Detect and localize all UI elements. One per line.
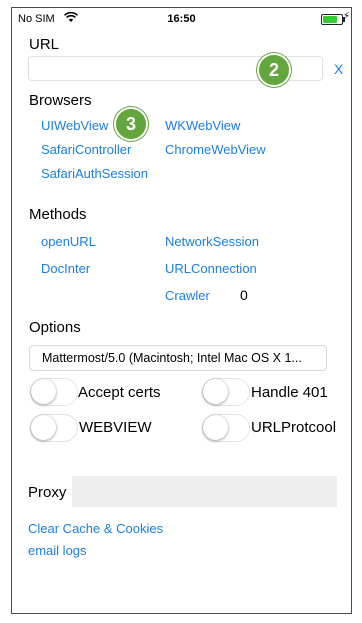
email-logs-link[interactable]: email logs bbox=[28, 543, 87, 558]
user-agent-field[interactable]: Mattermost/5.0 (Macintosh; Intel Mac OS … bbox=[29, 345, 327, 371]
clear-url-button[interactable]: X bbox=[334, 61, 343, 77]
browsers-label: Browsers bbox=[29, 92, 92, 109]
accept-certs-toggle[interactable] bbox=[30, 378, 78, 406]
charging-icon: ⚡ bbox=[342, 11, 350, 22]
options-label: Options bbox=[29, 319, 81, 336]
app-screen: No SIM 16:50 ⚡ URL X 2 Browsers UIWebVie… bbox=[11, 7, 352, 614]
browser-safaricontroller[interactable]: SafariController bbox=[41, 142, 131, 157]
battery-icon bbox=[321, 14, 345, 25]
webview-label: WEBVIEW bbox=[79, 419, 152, 436]
crawler-count: 0 bbox=[240, 287, 248, 303]
method-networksession[interactable]: NetworkSession bbox=[165, 234, 259, 249]
webview-toggle[interactable] bbox=[30, 414, 78, 442]
browser-chromewebview[interactable]: ChromeWebView bbox=[165, 142, 266, 157]
method-crawler[interactable]: Crawler bbox=[165, 288, 210, 303]
browser-safariauthsession[interactable]: SafariAuthSession bbox=[41, 166, 148, 181]
url-label: URL bbox=[29, 36, 60, 53]
urlprotcool-label: URLProtcool bbox=[251, 419, 337, 436]
proxy-label: Proxy bbox=[28, 484, 67, 501]
handle-401-toggle[interactable] bbox=[202, 378, 250, 406]
step-badge-2: 2 bbox=[257, 53, 291, 87]
method-urlconnection[interactable]: URLConnection bbox=[165, 261, 257, 276]
method-openurl[interactable]: openURL bbox=[41, 234, 96, 249]
handle-401-label: Handle 401 bbox=[251, 384, 328, 401]
status-time: 16:50 bbox=[167, 13, 196, 25]
status-bar: No SIM 16:50 ⚡ bbox=[12, 8, 351, 30]
proxy-input[interactable] bbox=[72, 476, 337, 507]
browser-wkwebview[interactable]: WKWebView bbox=[165, 118, 240, 133]
clear-cache-link[interactable]: Clear Cache & Cookies bbox=[28, 521, 163, 536]
methods-label: Methods bbox=[29, 206, 87, 223]
step-badge-3: 3 bbox=[114, 107, 148, 141]
accept-certs-label: Accept certs bbox=[78, 384, 161, 401]
browser-uiwebview[interactable]: UIWebView bbox=[41, 118, 108, 133]
urlprotcool-toggle[interactable] bbox=[202, 414, 250, 442]
method-docinter[interactable]: DocInter bbox=[41, 261, 90, 276]
